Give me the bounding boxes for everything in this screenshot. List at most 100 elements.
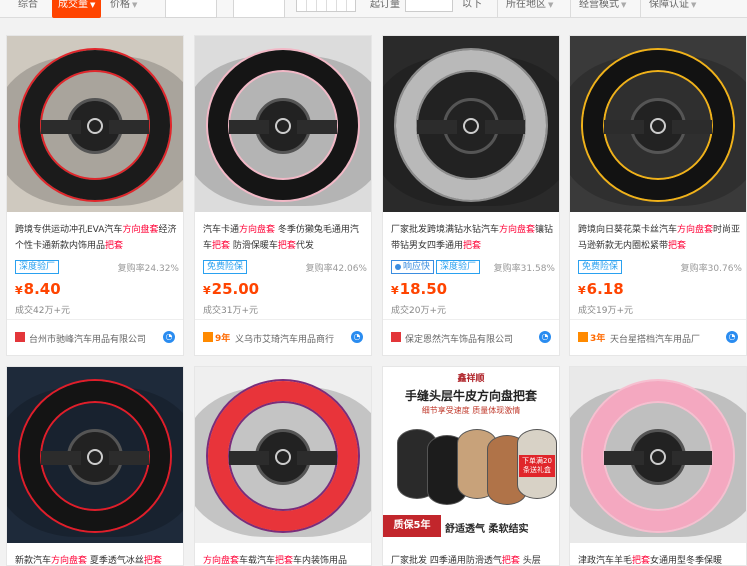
title-keyword: 方向盘套 — [122, 225, 159, 235]
car-logo-icon — [650, 449, 666, 465]
steering-spoke — [604, 451, 644, 465]
shop-name[interactable]: 天台星搭档汽车用品厂 — [610, 332, 700, 345]
seller-years-badge: 9年 — [203, 331, 230, 344]
product-title[interactable]: 跨境向日葵花菜卡丝汽车方向盘套时尚亚马逊新款无内圈松紧带把套 — [578, 222, 742, 254]
car-logo-icon — [650, 118, 666, 134]
product-card[interactable]: 方向盘套车载汽车把套车内装饰用品 — [194, 366, 372, 566]
shop-name[interactable]: 台州市驰峰汽车用品有限公司 — [29, 332, 146, 345]
product-title[interactable]: 汽车卡通方向盘套 冬季仿獭兔毛通用汽车把套 防滑保暖车把套代发 — [203, 222, 367, 254]
product-title[interactable]: 新款汽车方向盘套 夏季透气冰丝把套 — [15, 553, 179, 566]
price-value: 6.18 — [586, 280, 624, 298]
sort-comprehensive[interactable]: 综合 — [18, 0, 38, 18]
title-text: 女通用型冬季保暖 — [650, 556, 723, 566]
sort-sales[interactable]: 成交量 ▼ — [52, 0, 102, 18]
product-title[interactable]: 厂家批发跨境满钻水钻汽车方向盘套镶钻带钻男女四季通用把套 — [391, 222, 555, 254]
title-text: 跨境向日葵花菜卡丝汽车 — [578, 225, 678, 235]
chevron-down-icon: ▼ — [548, 1, 554, 9]
sales-volume: 成交31万+元 — [203, 306, 258, 316]
shop-row: 9年 义乌市艾琦汽车用品商行 ◔ — [195, 319, 371, 353]
shop-name[interactable]: 义乌市艾琦汽车用品商行 — [235, 332, 334, 345]
price-value: 8.40 — [23, 280, 61, 298]
chat-icon[interactable]: ◔ — [163, 331, 175, 343]
product-image[interactable] — [383, 36, 559, 212]
product-price: ¥6.18 — [578, 280, 624, 298]
product-card[interactable]: 跨境向日葵花菜卡丝汽车方向盘套时尚亚马逊新款无内圈松紧带把套免费险保 复购率30.… — [569, 35, 747, 356]
product-image[interactable] — [7, 367, 183, 543]
banner-headline: 手缝头层牛皮方向盘把套 — [404, 389, 537, 403]
seller-years-badge: 3年 — [578, 331, 605, 344]
chat-icon[interactable]: ◔ — [539, 331, 551, 343]
banner-badge-warranty: 质保5年 — [383, 515, 441, 537]
title-keyword: 把套 — [212, 241, 231, 251]
chat-icon[interactable]: ◔ — [726, 331, 738, 343]
chevron-down-icon: ▼ — [132, 1, 138, 9]
chevron-down-icon: ▼ — [90, 1, 96, 9]
product-image[interactable]: 鑫祥顺手缝头层牛皮方向盘把套细节享受速度 质量体现激情下单满20条送礼盒质保5年… — [383, 367, 559, 543]
min-order-input[interactable] — [405, 0, 453, 12]
filter-button-1[interactable] — [165, 0, 217, 18]
product-title[interactable]: 跨境专供运动冲孔EVA汽车方向盘套经济个性卡通新款内饰用品把套 — [15, 222, 179, 254]
product-image[interactable] — [570, 36, 746, 212]
title-text: 头层 — [519, 556, 541, 566]
product-title[interactable]: 方向盘套车载汽车把套车内装饰用品 — [203, 553, 367, 566]
guarantee-filter[interactable]: 保障认证 ▼ — [640, 0, 696, 18]
currency-symbol: ¥ — [203, 284, 211, 297]
title-text: 跨境专供运动冲孔EVA汽车 — [15, 225, 123, 235]
location-label: 所在地区 — [506, 0, 546, 10]
sales-volume: 成交20万+元 — [391, 306, 446, 316]
title-keyword: 把套 — [463, 241, 482, 251]
product-title[interactable]: 厂家批发 四季通用防滑透气把套 头层 — [391, 553, 555, 566]
sales-volume: 成交42万+元 — [15, 306, 70, 316]
product-image[interactable] — [7, 36, 183, 212]
title-keyword: 把套 — [105, 241, 124, 251]
product-card[interactable]: 跨境专供运动冲孔EVA汽车方向盘套经济个性卡通新款内饰用品把套 深度验厂 复购率24… — [6, 35, 184, 356]
shop-row: 保定恩然汽车饰品有限公司 ◔ — [383, 319, 559, 353]
product-price: ¥25.00 — [203, 280, 259, 298]
car-logo-icon — [87, 449, 103, 465]
title-text: 车内装饰用品 — [293, 556, 348, 566]
product-card[interactable]: 厂家批发跨境满钻水钻汽车方向盘套镶钻带钻男女四季通用把套 响应快 深度验厂 复购率31… — [382, 35, 560, 356]
title-keyword: 方向盘套 — [499, 225, 536, 235]
product-image[interactable] — [195, 36, 371, 212]
title-keyword: 把套 — [143, 556, 162, 566]
car-logo-icon — [275, 118, 291, 134]
sort-price-label: 价格 — [110, 0, 130, 10]
product-card[interactable]: 汽车卡通方向盘套 冬季仿獭兔毛通用汽车把套 防滑保暖车把套代发 免费险保 复购率42… — [194, 35, 372, 356]
title-text: 夏季透气冰丝 — [87, 556, 144, 566]
service-badge: 免费险保 — [578, 260, 623, 274]
product-title[interactable]: 津政汽车羊毛把套女通用型冬季保暖 — [578, 553, 742, 566]
guarantee-label: 保障认证 — [649, 0, 689, 10]
shop-row: 台州市驰峰汽车用品有限公司 ◔ — [7, 319, 183, 353]
view-toggle[interactable] — [296, 0, 356, 12]
title-text: 车载汽车 — [239, 556, 276, 566]
product-image[interactable] — [570, 367, 746, 543]
steering-spoke — [229, 120, 269, 134]
repurchase-rate: 复购率30.76% — [680, 264, 742, 274]
product-card[interactable]: 新款汽车方向盘套 夏季透气冰丝把套 — [6, 366, 184, 566]
filter-button-2[interactable] — [233, 0, 285, 18]
banner-brand: 鑫祥顺 — [457, 374, 485, 384]
banner-promo: 下单满20条送礼盒 — [519, 455, 555, 477]
steering-spoke — [604, 120, 644, 134]
shop-name[interactable]: 保定恩然汽车饰品有限公司 — [405, 332, 513, 345]
product-image[interactable] — [195, 367, 371, 543]
title-text: 新款汽车 — [15, 556, 52, 566]
chat-icon[interactable]: ◔ — [351, 331, 363, 343]
steering-spoke — [41, 120, 81, 134]
location-filter[interactable]: 所在地区 ▼ — [497, 0, 553, 18]
title-keyword: 方向盘套 — [51, 556, 88, 566]
mode-filter[interactable]: 经营模式 ▼ — [570, 0, 626, 18]
currency-symbol: ¥ — [578, 284, 586, 297]
sort-bar: 综合 成交量 ▼ 价格 ▼ 起订量 以下 所在地区 ▼ 经营模式 ▼ 保障认证 ▼ — [0, 0, 747, 18]
sort-price[interactable]: 价格 ▼ — [110, 0, 137, 18]
mode-label: 经营模式 — [579, 0, 619, 10]
product-card[interactable]: 津政汽车羊毛把套女通用型冬季保暖 — [569, 366, 747, 566]
steering-spoke — [672, 120, 712, 134]
price-value: 25.00 — [211, 280, 260, 298]
steering-spoke — [109, 451, 149, 465]
repurchase-rate: 复购率24.32% — [117, 264, 179, 274]
banner-sub: 细节享受速度 质量体现激情 — [421, 406, 521, 415]
product-card[interactable]: 鑫祥顺手缝头层牛皮方向盘把套细节享受速度 质量体现激情下单满20条送礼盒质保5年… — [382, 366, 560, 566]
service-badge: 响应快 — [391, 260, 435, 274]
title-keyword: 把套 — [668, 241, 687, 251]
